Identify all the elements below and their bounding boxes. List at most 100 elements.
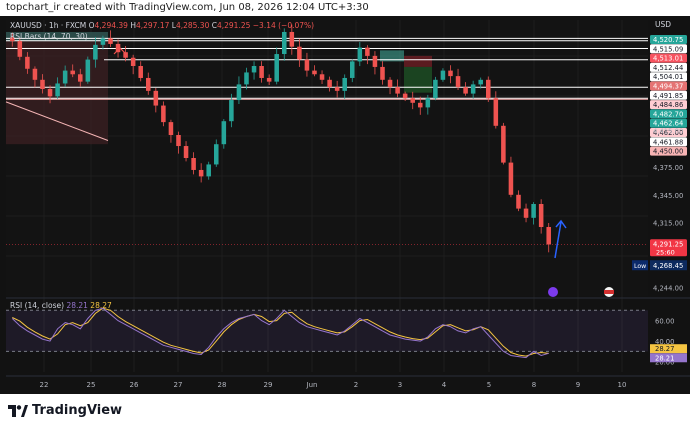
currency-label: USD bbox=[655, 20, 671, 29]
candle-body bbox=[478, 79, 483, 85]
candle-body bbox=[523, 208, 529, 218]
candle-body bbox=[244, 72, 249, 85]
candle-body bbox=[266, 77, 272, 82]
footer-bar: TradingView bbox=[0, 394, 690, 428]
price-level-tag-text: 4,513.01 bbox=[653, 55, 683, 63]
candle-body bbox=[55, 83, 60, 97]
candle-body bbox=[161, 105, 166, 123]
legend-field: XAUUSD · 1h · FXCM bbox=[10, 21, 86, 30]
legend-field: H bbox=[128, 21, 136, 30]
low-badge-label: Low bbox=[634, 263, 646, 270]
rsi-ma-tag-text: 28.27 bbox=[655, 345, 674, 353]
price-level-tag-text: 4,450.00 bbox=[653, 148, 683, 156]
candle-body bbox=[387, 79, 393, 88]
candle-body bbox=[146, 77, 151, 91]
time-axis-tick: 3 bbox=[398, 381, 402, 389]
candle-body bbox=[214, 144, 219, 165]
legend-field: C bbox=[209, 21, 217, 30]
candle-body bbox=[282, 31, 287, 55]
candle-body bbox=[138, 66, 143, 78]
candle-body bbox=[531, 204, 536, 218]
rsi-legend-field: 28.21 bbox=[64, 301, 88, 310]
candle-body bbox=[78, 74, 83, 82]
candle-body bbox=[47, 89, 53, 97]
time-axis-tick: 10 bbox=[618, 381, 627, 389]
candle-body bbox=[395, 87, 400, 94]
last-price-value: 4,291.25 bbox=[653, 240, 683, 248]
price-level-tag-text: 4,512.44 bbox=[653, 64, 683, 72]
candle-body bbox=[85, 59, 91, 82]
chart-canvas[interactable]: XAUUSD · 1h · FXCM O4,294.39 H4,297.17 L… bbox=[0, 16, 690, 394]
candle-body bbox=[206, 164, 211, 177]
rsi-tag-text: 28.21 bbox=[655, 354, 674, 362]
rsi-legend: RSI (14, close) 28.21 28.27 bbox=[10, 301, 112, 310]
candle-body bbox=[221, 121, 227, 145]
candle-body bbox=[70, 70, 75, 75]
candle-body bbox=[25, 56, 30, 69]
time-axis-tick: 29 bbox=[264, 381, 273, 389]
candle-body bbox=[486, 79, 491, 99]
time-axis-tick: 28 bbox=[218, 381, 227, 389]
price-level-tag-text: 4,494.37 bbox=[653, 83, 683, 91]
candle-body bbox=[183, 146, 189, 158]
countdown-timer: 25:60 bbox=[656, 248, 675, 256]
candle-body bbox=[176, 135, 181, 147]
candle-body bbox=[168, 122, 174, 135]
price-axis-tick: 4,315.00 bbox=[653, 219, 683, 227]
candle-body bbox=[546, 227, 551, 245]
candle-body bbox=[493, 98, 499, 126]
time-axis-tick: 25 bbox=[87, 381, 96, 389]
credit-text: topchart_ir created with TradingView.com… bbox=[6, 2, 369, 13]
price-axis-tick: 4,345.00 bbox=[653, 192, 683, 200]
legend-field: 4,297.17 bbox=[136, 21, 170, 30]
candle-body bbox=[153, 90, 159, 106]
price-axis-tick: 4,375.00 bbox=[653, 164, 683, 172]
event-icon[interactable] bbox=[548, 287, 558, 297]
candle-body bbox=[251, 66, 257, 73]
candle-body bbox=[538, 204, 544, 227]
candle-body bbox=[508, 162, 514, 195]
rsi-axis-tick: 60.00 bbox=[655, 318, 674, 326]
legend-row: XAUUSD · 1h · FXCM O4,294.39 H4,297.17 L… bbox=[10, 21, 314, 30]
price-level-tag-text: 4,461.88 bbox=[653, 138, 683, 146]
price-axis-tick: 4,415.00 bbox=[653, 127, 683, 135]
candle-body bbox=[350, 61, 355, 78]
candle-body bbox=[191, 158, 196, 170]
candle-body bbox=[198, 169, 204, 177]
candle-body bbox=[516, 194, 521, 209]
price-level-tag-text: 4,484.86 bbox=[653, 101, 683, 109]
position-stop-zone bbox=[404, 55, 432, 67]
tradingview-logo[interactable]: TradingView bbox=[8, 403, 122, 418]
candle-body bbox=[357, 47, 363, 62]
legend-field: 4,285.30 bbox=[176, 21, 210, 30]
candle-body bbox=[463, 87, 468, 94]
legend-field: 4,294.39 bbox=[95, 21, 129, 30]
tradingview-icon bbox=[8, 404, 28, 417]
price-level-tag-text: 4,482.70 bbox=[653, 110, 683, 118]
candle-body bbox=[297, 46, 302, 60]
candle-body bbox=[17, 41, 23, 57]
rsi-legend-field: RSI (14, close) bbox=[10, 301, 64, 310]
candle-body bbox=[433, 79, 438, 99]
time-axis-tick: 8 bbox=[532, 381, 536, 389]
candle-body bbox=[304, 59, 310, 71]
rsi-band bbox=[6, 310, 648, 352]
candle-body bbox=[410, 98, 415, 103]
legend-field: −3.14 (−0.07%) bbox=[250, 21, 314, 30]
candle-body bbox=[440, 70, 446, 80]
legend-field: 4,291.25 bbox=[217, 21, 251, 30]
time-axis-tick: 26 bbox=[130, 381, 139, 389]
price-level-tag-text: 4,491.85 bbox=[653, 92, 683, 100]
candle-body bbox=[32, 68, 38, 80]
candle-body bbox=[455, 76, 461, 88]
candle-body bbox=[501, 125, 506, 163]
candle-body bbox=[402, 93, 408, 99]
candle-body bbox=[470, 84, 476, 94]
candle-body bbox=[229, 100, 234, 122]
time-axis-tick: 9 bbox=[576, 381, 580, 389]
candle-body bbox=[319, 74, 325, 80]
header-bar: topchart_ir created with TradingView.com… bbox=[0, 0, 690, 16]
time-axis-tick: 4 bbox=[442, 381, 447, 389]
candle-body bbox=[100, 38, 106, 45]
time-axis-tick: 5 bbox=[487, 381, 491, 389]
